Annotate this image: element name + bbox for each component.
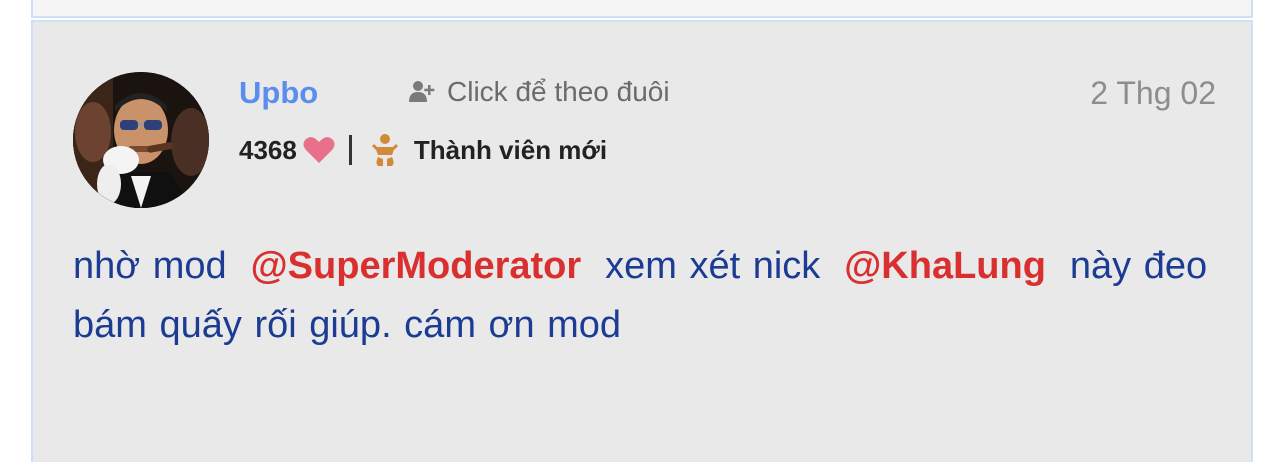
user-meta: 4368 Thành viên mới xyxy=(239,132,607,168)
post-date: 2 Thg 02 xyxy=(1090,75,1216,111)
separator xyxy=(348,135,352,165)
content-text: nhờ mod xyxy=(73,245,227,287)
user-rank: Thành viên mới xyxy=(413,134,608,165)
user-plus-icon xyxy=(409,81,435,102)
mention-link[interactable]: @SuperModerator xyxy=(239,245,592,287)
mention-link[interactable]: @KhaLung xyxy=(833,245,1057,287)
follow-button[interactable]: Click để theo đuôi xyxy=(409,76,670,108)
post-card: Upbo Click để theo đuôi 2 Thg 02 4368 Th… xyxy=(31,20,1253,462)
content-text: xem xét nick xyxy=(605,245,821,287)
post-content: nhờ mod @SuperModerator xem xét nick @Kh… xyxy=(73,237,1213,355)
heart-icon xyxy=(303,137,335,163)
baby-icon xyxy=(371,134,398,166)
avatar-image xyxy=(73,72,209,208)
follow-label: Click để theo đuôi xyxy=(447,76,670,107)
avatar[interactable] xyxy=(73,72,209,208)
username-link[interactable]: Upbo xyxy=(239,75,318,111)
previous-post xyxy=(31,0,1253,18)
user-points: 4368 xyxy=(239,134,297,165)
